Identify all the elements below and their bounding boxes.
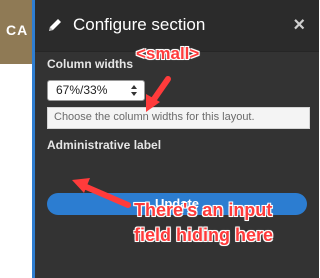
hidden-note-line-2: field hiding here — [134, 225, 274, 245]
pencil-icon — [49, 19, 61, 31]
column-widths-value: 67%/33% — [56, 83, 108, 97]
dialog-title: Configure section — [73, 15, 206, 34]
column-widths-label: Column widths — [47, 57, 133, 71]
administrative-label: Administrative label — [47, 138, 162, 152]
banner-partial-text: CA — [6, 22, 29, 38]
site-banner: CA — [0, 0, 32, 64]
close-icon[interactable]: × — [293, 15, 305, 35]
select-arrows-icon — [131, 85, 137, 96]
column-widths-description: Choose the column widths for this layout… — [47, 107, 310, 129]
hidden-note-line-1: There's an input — [134, 200, 273, 220]
column-widths-select[interactable]: 67%/33% — [47, 80, 145, 101]
small-tag-annotation: <small> — [136, 44, 200, 63]
hidden-field-annotation: There's an input field hiding here — [134, 198, 273, 248]
